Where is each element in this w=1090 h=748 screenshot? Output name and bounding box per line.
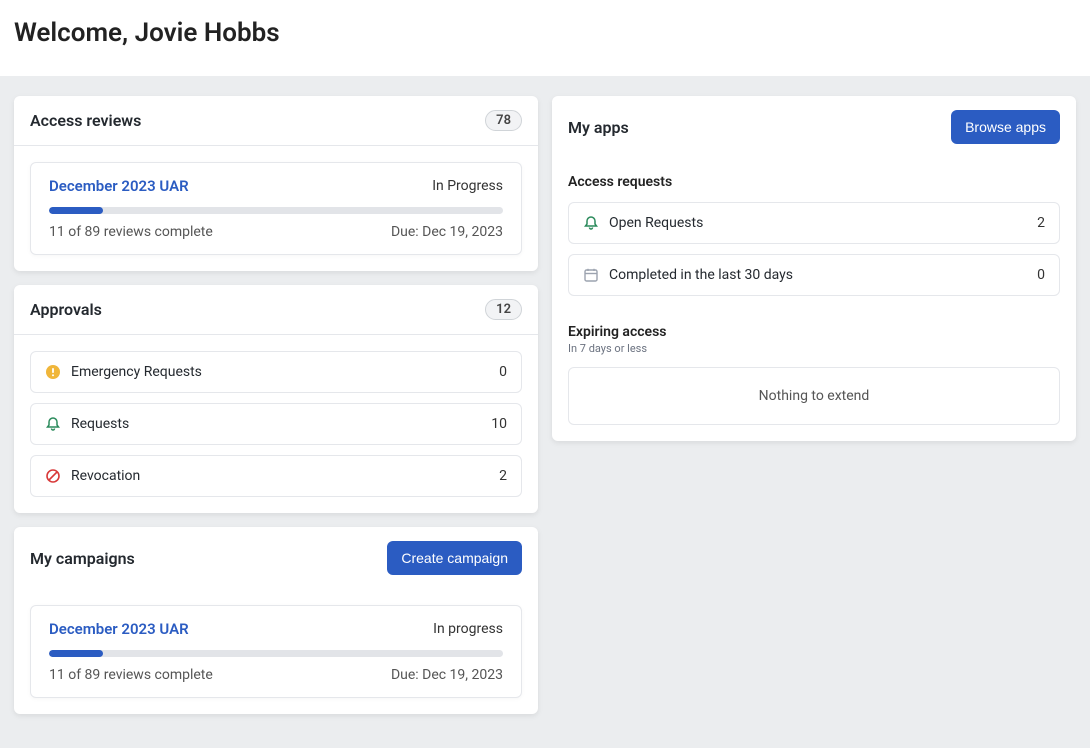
access-reviews-title: Access reviews (30, 111, 141, 130)
list-item-value: 0 (499, 364, 507, 380)
campaign-due-text: Due: Dec 19, 2023 (391, 224, 503, 240)
access-reviews-count-badge: 78 (485, 110, 522, 131)
my-campaigns-title: My campaigns (30, 549, 135, 568)
campaign-name-link[interactable]: December 2023 UAR (49, 177, 189, 195)
my-campaigns-card: My campaigns Create campaign December 20… (14, 527, 538, 714)
access-requests-completed[interactable]: Completed in the last 30 days 0 (568, 254, 1060, 296)
access-requests-open[interactable]: Open Requests 2 (568, 202, 1060, 244)
list-item-label: Completed in the last 30 days (609, 267, 793, 283)
my-apps-card: My apps Browse apps Access requests Open… (552, 96, 1076, 441)
page-title: Welcome, Jovie Hobbs (14, 18, 1076, 48)
bell-icon (45, 416, 61, 432)
list-item-label: Emergency Requests (71, 364, 202, 380)
campaign-due-text: Due: Dec 19, 2023 (391, 667, 503, 683)
ban-icon (45, 468, 61, 484)
campaign-status: In progress (433, 621, 503, 637)
approvals-item-revocation[interactable]: Revocation 2 (30, 455, 522, 497)
list-item-value: 2 (499, 468, 507, 484)
approvals-card: Approvals 12 Emergency Requests 0 (14, 285, 538, 513)
expiring-access-empty: Nothing to extend (568, 367, 1060, 425)
list-item-value: 0 (1037, 267, 1045, 283)
campaign-status: In Progress (432, 178, 503, 194)
expiring-access-title: Expiring access (568, 324, 1060, 340)
campaign-progress (49, 650, 503, 657)
campaign-progress-bar (49, 207, 103, 214)
my-campaign-item[interactable]: December 2023 UAR In progress 11 of 89 r… (30, 605, 522, 698)
approvals-item-requests[interactable]: Requests 10 (30, 403, 522, 445)
access-reviews-card: Access reviews 78 December 2023 UAR In P… (14, 96, 538, 271)
campaign-progress-bar (49, 650, 103, 657)
approvals-title: Approvals (30, 300, 102, 319)
list-item-value: 2 (1037, 215, 1045, 231)
warning-icon (45, 364, 61, 380)
campaign-complete-text: 11 of 89 reviews complete (49, 667, 213, 683)
access-requests-title: Access requests (568, 174, 1060, 190)
list-item-value: 10 (491, 416, 507, 432)
calendar-icon (583, 267, 599, 283)
campaign-name-link[interactable]: December 2023 UAR (49, 620, 189, 638)
list-item-label: Revocation (71, 468, 140, 484)
list-item-label: Open Requests (609, 215, 703, 231)
approvals-item-emergency[interactable]: Emergency Requests 0 (30, 351, 522, 393)
bell-icon (583, 215, 599, 231)
access-review-campaign[interactable]: December 2023 UAR In Progress 11 of 89 r… (30, 162, 522, 255)
my-apps-title: My apps (568, 118, 629, 137)
browse-apps-button[interactable]: Browse apps (951, 110, 1060, 144)
campaign-complete-text: 11 of 89 reviews complete (49, 224, 213, 240)
campaign-progress (49, 207, 503, 214)
expiring-access-subtitle: In 7 days or less (568, 342, 1060, 355)
approvals-count-badge: 12 (485, 299, 522, 320)
create-campaign-button[interactable]: Create campaign (387, 541, 522, 575)
list-item-label: Requests (71, 416, 129, 432)
